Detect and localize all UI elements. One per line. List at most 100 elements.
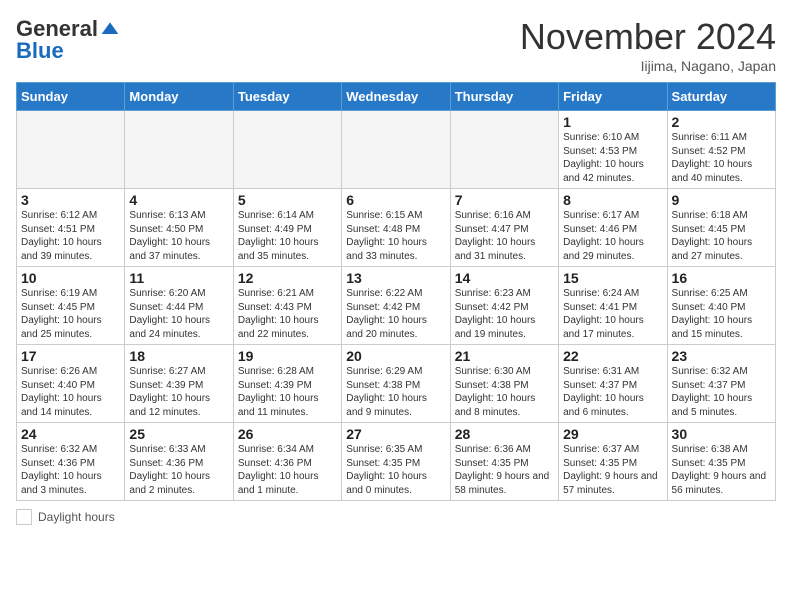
month-title: November 2024 (520, 16, 776, 58)
day-number: 24 (21, 426, 120, 442)
calendar-week-row: 1Sunrise: 6:10 AM Sunset: 4:53 PM Daylig… (17, 111, 776, 189)
logo: General Blue (16, 16, 120, 64)
day-number: 14 (455, 270, 554, 286)
weekday-header-row: SundayMondayTuesdayWednesdayThursdayFrid… (17, 83, 776, 111)
calendar-cell: 15Sunrise: 6:24 AM Sunset: 4:41 PM Dayli… (559, 267, 667, 345)
footer-label: Daylight hours (38, 510, 115, 524)
day-info: Sunrise: 6:33 AM Sunset: 4:36 PM Dayligh… (129, 443, 228, 497)
calendar-cell: 28Sunrise: 6:36 AM Sunset: 4:35 PM Dayli… (450, 423, 558, 501)
day-info: Sunrise: 6:32 AM Sunset: 4:37 PM Dayligh… (672, 365, 771, 419)
calendar-cell: 13Sunrise: 6:22 AM Sunset: 4:42 PM Dayli… (342, 267, 450, 345)
calendar-cell: 27Sunrise: 6:35 AM Sunset: 4:35 PM Dayli… (342, 423, 450, 501)
weekday-header: Wednesday (342, 83, 450, 111)
weekday-header: Friday (559, 83, 667, 111)
calendar-cell: 16Sunrise: 6:25 AM Sunset: 4:40 PM Dayli… (667, 267, 775, 345)
footer: Daylight hours (16, 509, 776, 525)
title-section: November 2024 Iijima, Nagano, Japan (520, 16, 776, 74)
day-number: 25 (129, 426, 228, 442)
day-number: 19 (238, 348, 337, 364)
calendar-cell: 29Sunrise: 6:37 AM Sunset: 4:35 PM Dayli… (559, 423, 667, 501)
day-number: 12 (238, 270, 337, 286)
calendar-cell: 30Sunrise: 6:38 AM Sunset: 4:35 PM Dayli… (667, 423, 775, 501)
page-header: General Blue November 2024 Iijima, Nagan… (16, 16, 776, 74)
day-number: 20 (346, 348, 445, 364)
calendar-cell (342, 111, 450, 189)
calendar-cell: 10Sunrise: 6:19 AM Sunset: 4:45 PM Dayli… (17, 267, 125, 345)
weekday-header: Sunday (17, 83, 125, 111)
weekday-header: Tuesday (233, 83, 341, 111)
day-number: 1 (563, 114, 662, 130)
calendar-cell: 19Sunrise: 6:28 AM Sunset: 4:39 PM Dayli… (233, 345, 341, 423)
logo-blue-text: Blue (16, 38, 64, 64)
day-info: Sunrise: 6:38 AM Sunset: 4:35 PM Dayligh… (672, 443, 771, 497)
footer-box (16, 509, 32, 525)
day-info: Sunrise: 6:35 AM Sunset: 4:35 PM Dayligh… (346, 443, 445, 497)
day-number: 7 (455, 192, 554, 208)
logo-icon (100, 19, 120, 39)
day-number: 9 (672, 192, 771, 208)
day-info: Sunrise: 6:24 AM Sunset: 4:41 PM Dayligh… (563, 287, 662, 341)
day-info: Sunrise: 6:27 AM Sunset: 4:39 PM Dayligh… (129, 365, 228, 419)
weekday-header: Monday (125, 83, 233, 111)
day-info: Sunrise: 6:21 AM Sunset: 4:43 PM Dayligh… (238, 287, 337, 341)
day-number: 5 (238, 192, 337, 208)
day-number: 27 (346, 426, 445, 442)
calendar-week-row: 3Sunrise: 6:12 AM Sunset: 4:51 PM Daylig… (17, 189, 776, 267)
day-number: 15 (563, 270, 662, 286)
day-info: Sunrise: 6:19 AM Sunset: 4:45 PM Dayligh… (21, 287, 120, 341)
day-info: Sunrise: 6:37 AM Sunset: 4:35 PM Dayligh… (563, 443, 662, 497)
day-info: Sunrise: 6:17 AM Sunset: 4:46 PM Dayligh… (563, 209, 662, 263)
day-number: 26 (238, 426, 337, 442)
calendar-week-row: 24Sunrise: 6:32 AM Sunset: 4:36 PM Dayli… (17, 423, 776, 501)
calendar-cell: 18Sunrise: 6:27 AM Sunset: 4:39 PM Dayli… (125, 345, 233, 423)
day-number: 4 (129, 192, 228, 208)
calendar-week-row: 10Sunrise: 6:19 AM Sunset: 4:45 PM Dayli… (17, 267, 776, 345)
day-info: Sunrise: 6:30 AM Sunset: 4:38 PM Dayligh… (455, 365, 554, 419)
calendar-cell: 24Sunrise: 6:32 AM Sunset: 4:36 PM Dayli… (17, 423, 125, 501)
day-info: Sunrise: 6:16 AM Sunset: 4:47 PM Dayligh… (455, 209, 554, 263)
day-number: 13 (346, 270, 445, 286)
day-number: 6 (346, 192, 445, 208)
day-number: 16 (672, 270, 771, 286)
location: Iijima, Nagano, Japan (520, 58, 776, 74)
day-info: Sunrise: 6:31 AM Sunset: 4:37 PM Dayligh… (563, 365, 662, 419)
day-info: Sunrise: 6:26 AM Sunset: 4:40 PM Dayligh… (21, 365, 120, 419)
day-info: Sunrise: 6:29 AM Sunset: 4:38 PM Dayligh… (346, 365, 445, 419)
day-info: Sunrise: 6:15 AM Sunset: 4:48 PM Dayligh… (346, 209, 445, 263)
day-info: Sunrise: 6:36 AM Sunset: 4:35 PM Dayligh… (455, 443, 554, 497)
day-number: 23 (672, 348, 771, 364)
day-number: 28 (455, 426, 554, 442)
day-info: Sunrise: 6:22 AM Sunset: 4:42 PM Dayligh… (346, 287, 445, 341)
day-number: 2 (672, 114, 771, 130)
day-number: 18 (129, 348, 228, 364)
calendar-cell: 21Sunrise: 6:30 AM Sunset: 4:38 PM Dayli… (450, 345, 558, 423)
day-info: Sunrise: 6:10 AM Sunset: 4:53 PM Dayligh… (563, 131, 662, 185)
calendar-cell: 6Sunrise: 6:15 AM Sunset: 4:48 PM Daylig… (342, 189, 450, 267)
day-number: 3 (21, 192, 120, 208)
calendar-cell: 1Sunrise: 6:10 AM Sunset: 4:53 PM Daylig… (559, 111, 667, 189)
calendar-cell: 23Sunrise: 6:32 AM Sunset: 4:37 PM Dayli… (667, 345, 775, 423)
calendar-cell (17, 111, 125, 189)
day-info: Sunrise: 6:32 AM Sunset: 4:36 PM Dayligh… (21, 443, 120, 497)
weekday-header: Thursday (450, 83, 558, 111)
calendar-cell: 8Sunrise: 6:17 AM Sunset: 4:46 PM Daylig… (559, 189, 667, 267)
day-info: Sunrise: 6:25 AM Sunset: 4:40 PM Dayligh… (672, 287, 771, 341)
calendar-cell: 9Sunrise: 6:18 AM Sunset: 4:45 PM Daylig… (667, 189, 775, 267)
day-number: 22 (563, 348, 662, 364)
calendar-cell: 22Sunrise: 6:31 AM Sunset: 4:37 PM Dayli… (559, 345, 667, 423)
calendar-cell: 3Sunrise: 6:12 AM Sunset: 4:51 PM Daylig… (17, 189, 125, 267)
calendar-cell: 12Sunrise: 6:21 AM Sunset: 4:43 PM Dayli… (233, 267, 341, 345)
day-number: 10 (21, 270, 120, 286)
day-info: Sunrise: 6:13 AM Sunset: 4:50 PM Dayligh… (129, 209, 228, 263)
calendar-cell: 5Sunrise: 6:14 AM Sunset: 4:49 PM Daylig… (233, 189, 341, 267)
calendar-table: SundayMondayTuesdayWednesdayThursdayFrid… (16, 82, 776, 501)
day-info: Sunrise: 6:18 AM Sunset: 4:45 PM Dayligh… (672, 209, 771, 263)
day-info: Sunrise: 6:23 AM Sunset: 4:42 PM Dayligh… (455, 287, 554, 341)
day-info: Sunrise: 6:28 AM Sunset: 4:39 PM Dayligh… (238, 365, 337, 419)
day-number: 8 (563, 192, 662, 208)
calendar-cell: 20Sunrise: 6:29 AM Sunset: 4:38 PM Dayli… (342, 345, 450, 423)
calendar-cell: 25Sunrise: 6:33 AM Sunset: 4:36 PM Dayli… (125, 423, 233, 501)
calendar-cell: 4Sunrise: 6:13 AM Sunset: 4:50 PM Daylig… (125, 189, 233, 267)
day-number: 17 (21, 348, 120, 364)
calendar-cell: 14Sunrise: 6:23 AM Sunset: 4:42 PM Dayli… (450, 267, 558, 345)
